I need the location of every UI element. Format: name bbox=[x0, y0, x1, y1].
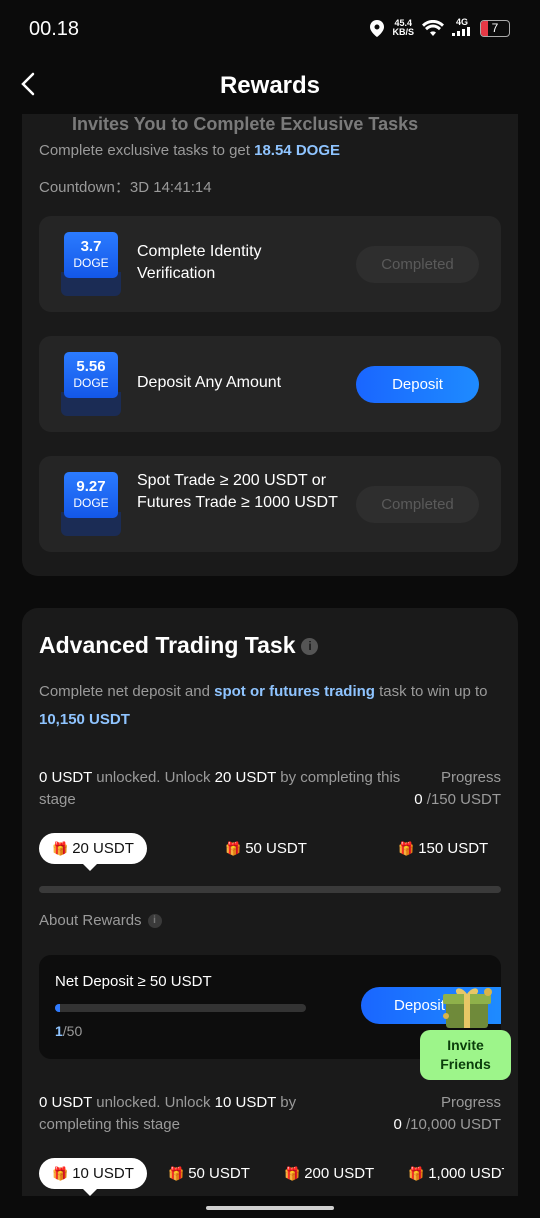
wifi-icon bbox=[422, 20, 444, 36]
signal-icon: 4G bbox=[452, 18, 472, 38]
task-card-identity: 3.7 DOGE Complete Identity Verification C… bbox=[39, 216, 501, 312]
invite-friends-label[interactable]: Invite Friends bbox=[420, 1030, 511, 1080]
gift-icon: 🎁 bbox=[284, 1166, 301, 1181]
doge-coupon-icon: 3.7 DOGE bbox=[61, 232, 121, 296]
stage-2-progress: Progress 0 /10,000 USDT bbox=[393, 1094, 501, 1133]
doge-coupon-icon: 9.27 DOGE bbox=[61, 472, 121, 536]
status-bar: 00.18 45.4 KB/S 4G 7 bbox=[0, 0, 540, 58]
about-rewards[interactable]: About Rewards i bbox=[39, 912, 162, 929]
deposit-button[interactable]: Deposit bbox=[356, 366, 479, 403]
tier[interactable]: 🎁 50 USDT bbox=[168, 1165, 250, 1182]
tier[interactable]: 🎁 50 USDT bbox=[225, 840, 307, 857]
info-icon[interactable]: i bbox=[147, 914, 162, 929]
advanced-task-card: Advanced Trading Task i Complete net depo… bbox=[22, 608, 518, 1218]
exclusive-desc: Complete exclusive tasks to get 18.54 DO… bbox=[39, 142, 340, 159]
net-speed: 45.4 KB/S bbox=[392, 18, 414, 37]
gift-icon: 🎁 bbox=[408, 1166, 425, 1181]
deposit-progress-bar bbox=[55, 1004, 306, 1012]
location-icon bbox=[370, 19, 385, 37]
deposit-task-label: Net Deposit ≥ 50 USDT bbox=[55, 973, 212, 990]
gift-icon: 🎁 bbox=[52, 1166, 69, 1181]
deposit-progress-count: 1/50 bbox=[55, 1023, 83, 1039]
countdown: Countdown：3D 14:41:14 bbox=[39, 179, 212, 196]
tier[interactable]: 🎁 1,000 USDT bbox=[408, 1165, 504, 1182]
exclusive-heading: Invites You to Complete Exclusive Tasks bbox=[72, 114, 419, 134]
tier-selected[interactable]: 🎁 20 USDT bbox=[39, 833, 147, 871]
advanced-desc: Complete net deposit and spot or futures… bbox=[39, 683, 488, 728]
task-label: Spot Trade ≥ 200 USDT or Futures Trade ≥… bbox=[137, 472, 338, 511]
gift-icon: 🎁 bbox=[168, 1166, 185, 1181]
stage-1-progress: Progress 0 /150 USDT bbox=[414, 769, 501, 808]
task-card-trade: 9.27 DOGE Spot Trade ≥ 200 USDT or Future… bbox=[39, 456, 501, 552]
task-label: Complete Identity Verification bbox=[137, 243, 262, 282]
completed-button: Completed bbox=[356, 486, 479, 523]
gift-icon: 🎁 bbox=[52, 841, 69, 856]
status-time: 00.18 bbox=[29, 18, 80, 40]
gift-box-icon bbox=[443, 988, 492, 1028]
gift-icon: 🎁 bbox=[398, 841, 415, 856]
tier[interactable]: 🎁 150 USDT bbox=[398, 840, 488, 857]
task-card-deposit: 5.56 DOGE Deposit Any Amount Deposit bbox=[39, 336, 501, 432]
page-title: Rewards bbox=[219, 72, 321, 99]
completed-button: Completed bbox=[356, 246, 479, 283]
battery-icon: 7 bbox=[480, 19, 510, 37]
doge-coupon-icon: 5.56 DOGE bbox=[61, 352, 121, 416]
invite-friends-widget[interactable]: Invite Friends bbox=[412, 982, 514, 1082]
tier[interactable]: 🎁 200 USDT bbox=[284, 1165, 374, 1182]
exclusive-tasks-card: Invites You to Complete Exclusive Tasks … bbox=[22, 96, 518, 576]
stage-1-progress-track bbox=[39, 886, 501, 893]
app-header: Rewards bbox=[0, 58, 540, 114]
tier-selected[interactable]: 🎁 10 USDT bbox=[39, 1158, 147, 1196]
gift-icon: 🎁 bbox=[225, 841, 242, 856]
home-indicator[interactable] bbox=[206, 1206, 334, 1210]
info-icon[interactable]: i bbox=[301, 638, 319, 656]
advanced-title: Advanced Trading Task i bbox=[39, 632, 319, 659]
task-label: Deposit Any Amount bbox=[137, 374, 282, 391]
